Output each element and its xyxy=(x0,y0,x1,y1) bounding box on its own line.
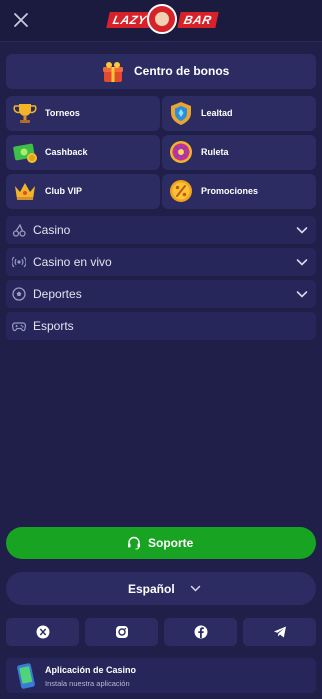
nav-live-casino[interactable]: Casino en vivo xyxy=(6,248,316,276)
trophy-icon xyxy=(13,104,37,123)
nav-label: Esports xyxy=(33,319,74,333)
loyalty-shield-icon xyxy=(171,102,191,125)
casino-app-banner[interactable]: Aplicación de Casino Instala nuestra apl… xyxy=(6,658,316,693)
crown-icon xyxy=(15,183,35,200)
facebook-icon xyxy=(194,625,208,639)
live-broadcast-icon xyxy=(12,256,26,268)
tile-label: Lealtad xyxy=(201,108,233,118)
tile-vip-club[interactable]: Club VIP xyxy=(6,174,160,209)
brand-logo[interactable]: LAZY BAR xyxy=(106,4,218,36)
logo-text-right: BAR xyxy=(176,12,218,28)
bonus-center-button[interactable]: Centro de bonos xyxy=(6,54,316,89)
tile-label: Torneos xyxy=(45,108,80,118)
x-icon xyxy=(36,625,50,639)
roulette-icon xyxy=(170,141,192,163)
tile-cashback[interactable]: Cashback xyxy=(6,135,160,170)
logo-mascot-badge xyxy=(147,4,177,34)
nav-casino[interactable]: Casino xyxy=(6,216,316,244)
nav-sports[interactable]: Deportes xyxy=(6,280,316,308)
tile-loyalty[interactable]: Lealtad xyxy=(162,96,316,131)
top-bar: LAZY BAR xyxy=(0,0,322,42)
percent-coin-icon xyxy=(170,180,192,202)
gamepad-icon xyxy=(12,322,26,332)
app-banner-title: Aplicación de Casino xyxy=(45,665,137,675)
cashback-icon xyxy=(13,143,37,163)
social-x-button[interactable] xyxy=(6,618,79,646)
gift-icon xyxy=(103,62,123,82)
nav-label: Casino en vivo xyxy=(33,255,112,269)
app-banner-subtitle: Instala nuestra aplicación xyxy=(45,679,130,688)
chevron-down-icon xyxy=(296,259,308,266)
tile-label: Promociones xyxy=(201,186,259,196)
language-label: Español xyxy=(128,582,175,596)
tile-promotions[interactable]: Promociones xyxy=(162,174,316,209)
chevron-down-icon xyxy=(296,227,308,234)
bonus-center-label: Centro de bonos xyxy=(134,64,230,78)
support-button[interactable]: Soporte xyxy=(6,527,316,559)
chevron-down-icon xyxy=(296,291,308,298)
cherry-icon xyxy=(12,223,26,237)
nav-label: Casino xyxy=(33,223,71,237)
tile-label: Cashback xyxy=(45,147,88,157)
language-selector[interactable]: Español xyxy=(6,572,316,605)
social-facebook-button[interactable] xyxy=(164,618,237,646)
nav-esports[interactable]: Esports xyxy=(6,312,316,340)
phone-icon xyxy=(17,663,35,689)
support-label: Soporte xyxy=(148,536,194,550)
tile-label: Ruleta xyxy=(201,147,229,157)
telegram-icon xyxy=(274,626,286,638)
close-icon[interactable] xyxy=(12,11,30,29)
nav-label: Deportes xyxy=(33,287,82,301)
social-instagram-button[interactable] xyxy=(85,618,158,646)
instagram-icon xyxy=(116,626,128,638)
logo-text-left: LAZY xyxy=(106,12,154,28)
tile-label: Club VIP xyxy=(45,186,83,196)
chevron-down-icon xyxy=(190,585,201,592)
tile-roulette[interactable]: Ruleta xyxy=(162,135,316,170)
headset-icon xyxy=(128,536,140,550)
social-telegram-button[interactable] xyxy=(243,618,316,646)
soccer-ball-icon xyxy=(12,287,26,301)
tile-tournaments[interactable]: Torneos xyxy=(6,96,160,131)
